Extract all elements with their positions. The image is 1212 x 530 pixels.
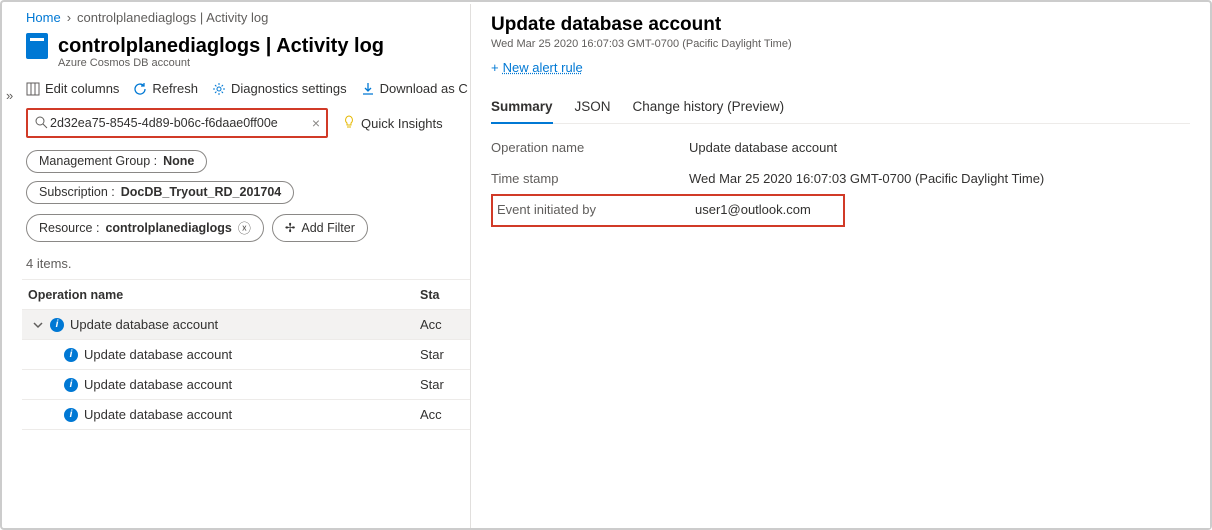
remove-filter-icon[interactable]: ⓧ (238, 218, 251, 237)
row-op-name: Update database account (84, 347, 232, 362)
info-icon: i (64, 378, 78, 392)
plus-icon: + (491, 60, 499, 75)
breadcrumb-home[interactable]: Home (26, 10, 61, 25)
activity-log-pane: Home › controlplanediaglogs | Activity l… (22, 8, 470, 524)
expand-nav-handle[interactable]: » (6, 88, 13, 103)
filter-resource[interactable]: Resource : controlplanediaglogs ⓧ (26, 214, 264, 242)
toolbar: Edit columns Refresh Diagnostics setting… (22, 69, 470, 104)
columns-icon (26, 82, 40, 96)
row-status: Star (420, 347, 470, 362)
add-filter-label: Add Filter (301, 221, 355, 235)
edit-columns-label: Edit columns (45, 81, 119, 96)
row-op-name: Update database account (84, 407, 232, 422)
detail-timestamp: Wed Mar 25 2020 16:07:03 GMT-0700 (Pacif… (491, 38, 1190, 50)
res-value: controlplanediaglogs (105, 221, 231, 235)
gear-icon (212, 82, 226, 96)
row-op-name: Update database account (70, 317, 218, 332)
search-icon (34, 115, 48, 132)
lightbulb-icon (342, 115, 356, 132)
kv-key: Time stamp (491, 171, 689, 186)
add-filter-button[interactable]: ✢ Add Filter (272, 214, 368, 242)
sub-label: Subscription : (39, 185, 115, 199)
new-alert-rule-button[interactable]: + New alert rule (491, 60, 583, 75)
kv-key: Event initiated by (493, 202, 695, 217)
res-label: Resource : (39, 221, 99, 235)
filter-management-group[interactable]: Management Group : None (26, 150, 207, 173)
mg-value: None (163, 154, 194, 168)
edit-columns-button[interactable]: Edit columns (26, 81, 119, 96)
filter-pills: Management Group : None Subscription : D… (22, 148, 470, 212)
cosmosdb-icon (26, 33, 48, 59)
kv-operation-name: Operation name Update database account (491, 140, 1190, 155)
detail-tabs: Summary JSON Change history (Preview) (491, 95, 1190, 124)
filter-subscription[interactable]: Subscription : DocDB_Tryout_RD_201704 (26, 181, 294, 204)
info-icon: i (64, 408, 78, 422)
filter-pills-2: Resource : controlplanediaglogs ⓧ ✢ Add … (22, 212, 470, 250)
breadcrumb: Home › controlplanediaglogs | Activity l… (22, 8, 470, 31)
mg-label: Management Group : (39, 154, 157, 168)
activity-table: Operation name Sta i Update database acc… (22, 279, 470, 430)
table-row[interactable]: i Update database account Star (22, 370, 470, 400)
download-icon (361, 82, 375, 96)
row-op-name: Update database account (84, 377, 232, 392)
row-status: Acc (420, 317, 470, 332)
search-row: × Quick Insights (22, 104, 470, 148)
diagnostics-label: Diagnostics settings (231, 81, 347, 96)
refresh-button[interactable]: Refresh (133, 81, 198, 96)
info-icon: i (64, 348, 78, 362)
refresh-label: Refresh (152, 81, 198, 96)
table-row[interactable]: i Update database account Star (22, 340, 470, 370)
info-icon: i (50, 318, 64, 332)
kv-event-initiated-by: Event initiated by user1@outlook.com (491, 194, 845, 227)
refresh-icon (133, 82, 147, 96)
sub-value: DocDB_Tryout_RD_201704 (121, 185, 282, 199)
search-box: × (26, 108, 328, 138)
download-label: Download as C (380, 81, 468, 96)
row-status: Star (420, 377, 470, 392)
quick-insights-label: Quick Insights (361, 116, 443, 131)
tab-json[interactable]: JSON (575, 95, 611, 123)
kv-time-stamp: Time stamp Wed Mar 25 2020 16:07:03 GMT-… (491, 171, 1190, 186)
kv-value: Wed Mar 25 2020 16:07:03 GMT-0700 (Pacif… (689, 171, 1044, 186)
item-count: 4 items. (22, 250, 470, 279)
table-row[interactable]: i Update database account Acc (22, 400, 470, 430)
add-filter-icon: ✢ (285, 220, 295, 235)
diagnostics-button[interactable]: Diagnostics settings (212, 81, 347, 96)
download-button[interactable]: Download as C (361, 81, 468, 96)
table-row[interactable]: i Update database account Acc (22, 310, 470, 340)
new-alert-rule-label: New alert rule (503, 60, 583, 75)
breadcrumb-current: controlplanediaglogs | Activity log (77, 10, 268, 25)
page-title-row: controlplanediaglogs | Activity log (22, 31, 470, 59)
col-operation-name[interactable]: Operation name (22, 288, 420, 302)
page-subtitle: Azure Cosmos DB account (22, 57, 470, 69)
table-header: Operation name Sta (22, 280, 470, 310)
kv-value: Update database account (689, 140, 837, 155)
chevron-down-icon[interactable] (32, 319, 44, 331)
page-title: controlplanediaglogs | Activity log (58, 35, 384, 58)
search-input[interactable] (48, 115, 312, 131)
clear-search-icon[interactable]: × (312, 115, 320, 131)
kv-key: Operation name (491, 140, 689, 155)
detail-title: Update database account (491, 14, 1190, 36)
col-status[interactable]: Sta (420, 288, 470, 302)
chevron-right-icon: › (67, 10, 71, 25)
tab-change-history[interactable]: Change history (Preview) (633, 95, 785, 123)
kv-value: user1@outlook.com (695, 202, 811, 217)
detail-pane: Update database account Wed Mar 25 2020 … (470, 4, 1210, 528)
quick-insights-button[interactable]: Quick Insights (342, 115, 443, 132)
row-status: Acc (420, 407, 470, 422)
tab-summary[interactable]: Summary (491, 95, 553, 124)
